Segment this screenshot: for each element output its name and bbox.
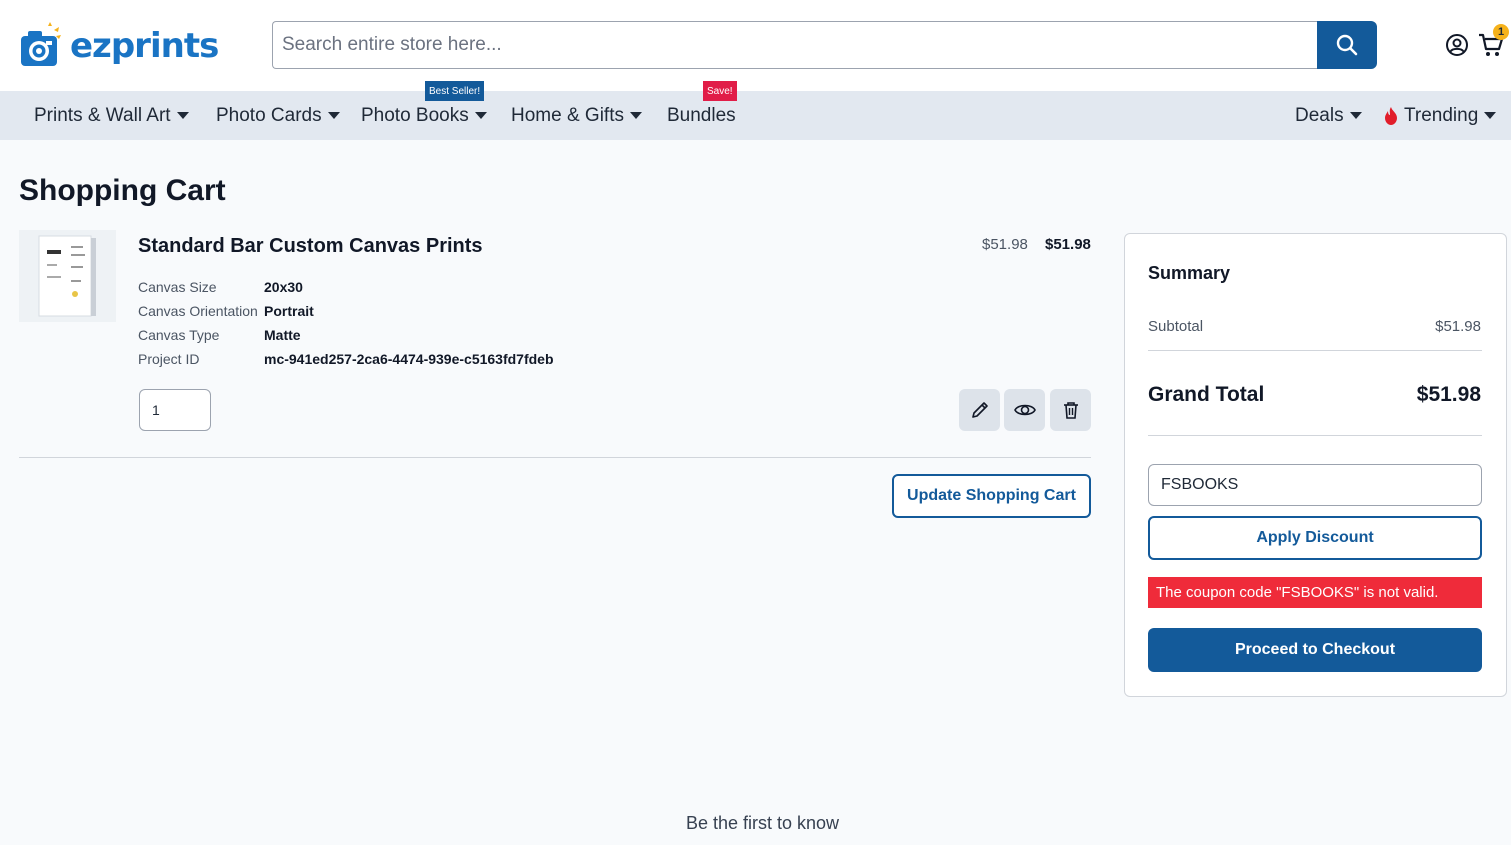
- subtotal-label: Subtotal: [1148, 318, 1204, 335]
- caret-down-icon: [474, 112, 487, 119]
- search-icon: [1336, 34, 1358, 56]
- option-value: Portrait: [264, 303, 314, 319]
- grand-total-value: $51.98: [1416, 383, 1481, 406]
- nav-item-deals[interactable]: Deals: [1295, 91, 1362, 140]
- cart-divider: [19, 457, 1091, 458]
- nav-item-trending[interactable]: Trending: [1384, 91, 1497, 140]
- project-id-value: mc-941ed257-2ca6-4474-939e-c5163fd7fdeb: [264, 351, 554, 367]
- edit-icon: [971, 402, 988, 418]
- view-icon: [1013, 404, 1036, 416]
- best-seller-badge: Best Seller!: [425, 81, 485, 101]
- account-icon[interactable]: [1445, 33, 1469, 57]
- delete-icon: [1063, 402, 1078, 419]
- main-nav: Prints & Wall Art Photo Cards Photo Book…: [0, 81, 1511, 140]
- proceed-to-checkout-button[interactable]: Proceed to Checkout: [1148, 628, 1482, 672]
- original-price: $51.98: [982, 236, 1028, 253]
- grand-total-label: Grand Total: [1148, 383, 1265, 406]
- summary-title: Summary: [1148, 263, 1231, 283]
- delete-item-button[interactable]: [1050, 389, 1091, 431]
- nav-item-label: Prints & Wall Art: [34, 104, 171, 126]
- page-title: Shopping Cart: [19, 174, 226, 207]
- camera-logo-icon: [18, 22, 64, 70]
- nav-item-label: Bundles: [667, 104, 736, 126]
- nav-item-label: Photo Books: [361, 104, 469, 126]
- edit-item-button[interactable]: [959, 389, 1000, 431]
- nav-item-photo-cards[interactable]: Photo Cards: [216, 91, 340, 140]
- subtotal-value: $51.98: [1435, 318, 1481, 335]
- summary-divider: [1148, 435, 1482, 436]
- caret-down-icon: [1484, 112, 1497, 119]
- nav-item-label: Photo Cards: [216, 104, 322, 126]
- option-label: Canvas Type: [138, 327, 220, 343]
- coupon-error-message: The coupon code "FSBOOKS" is not valid.: [1148, 577, 1482, 608]
- summary-divider: [1148, 350, 1482, 351]
- nav-item-label: Trending: [1404, 104, 1479, 126]
- product-name[interactable]: Standard Bar Custom Canvas Prints: [138, 235, 483, 258]
- update-cart-button[interactable]: Update Shopping Cart: [892, 474, 1091, 518]
- option-label: Canvas Size: [138, 279, 217, 295]
- search-input[interactable]: [282, 34, 1317, 56]
- option-value: 20x30: [264, 279, 303, 295]
- caret-down-icon: [176, 112, 189, 119]
- nav-item-label: Deals: [1295, 104, 1344, 126]
- nav-item-prints-wall-art[interactable]: Prints & Wall Art: [34, 91, 189, 140]
- flame-icon: [1385, 106, 1397, 125]
- save-badge: Save!: [703, 81, 737, 101]
- option-label: Project ID: [138, 351, 200, 367]
- item-price: $51.98: [1045, 236, 1091, 253]
- brand-name: ezprints: [70, 26, 219, 66]
- caret-down-icon: [327, 112, 340, 119]
- nav-item-label: Home & Gifts: [511, 104, 624, 126]
- caret-down-icon: [1349, 112, 1362, 119]
- view-item-button[interactable]: [1004, 389, 1045, 431]
- site-header: ezprints 1: [0, 0, 1511, 91]
- newsletter-heading: Be the first to know: [685, 813, 840, 833]
- apply-discount-button[interactable]: Apply Discount: [1148, 516, 1482, 560]
- nav-item-home-gifts[interactable]: Home & Gifts: [511, 91, 642, 140]
- option-label: Canvas Orientation: [138, 303, 258, 319]
- search-button[interactable]: [1317, 21, 1377, 69]
- option-value: Matte: [264, 327, 301, 343]
- site-logo[interactable]: ezprints: [18, 20, 219, 72]
- quantity-input[interactable]: [139, 389, 211, 431]
- discount-code-input[interactable]: [1148, 464, 1482, 506]
- product-thumbnail[interactable]: [19, 230, 116, 322]
- search-box: [272, 21, 1317, 69]
- caret-down-icon: [629, 112, 642, 119]
- cart-count-badge: 1: [1493, 24, 1509, 40]
